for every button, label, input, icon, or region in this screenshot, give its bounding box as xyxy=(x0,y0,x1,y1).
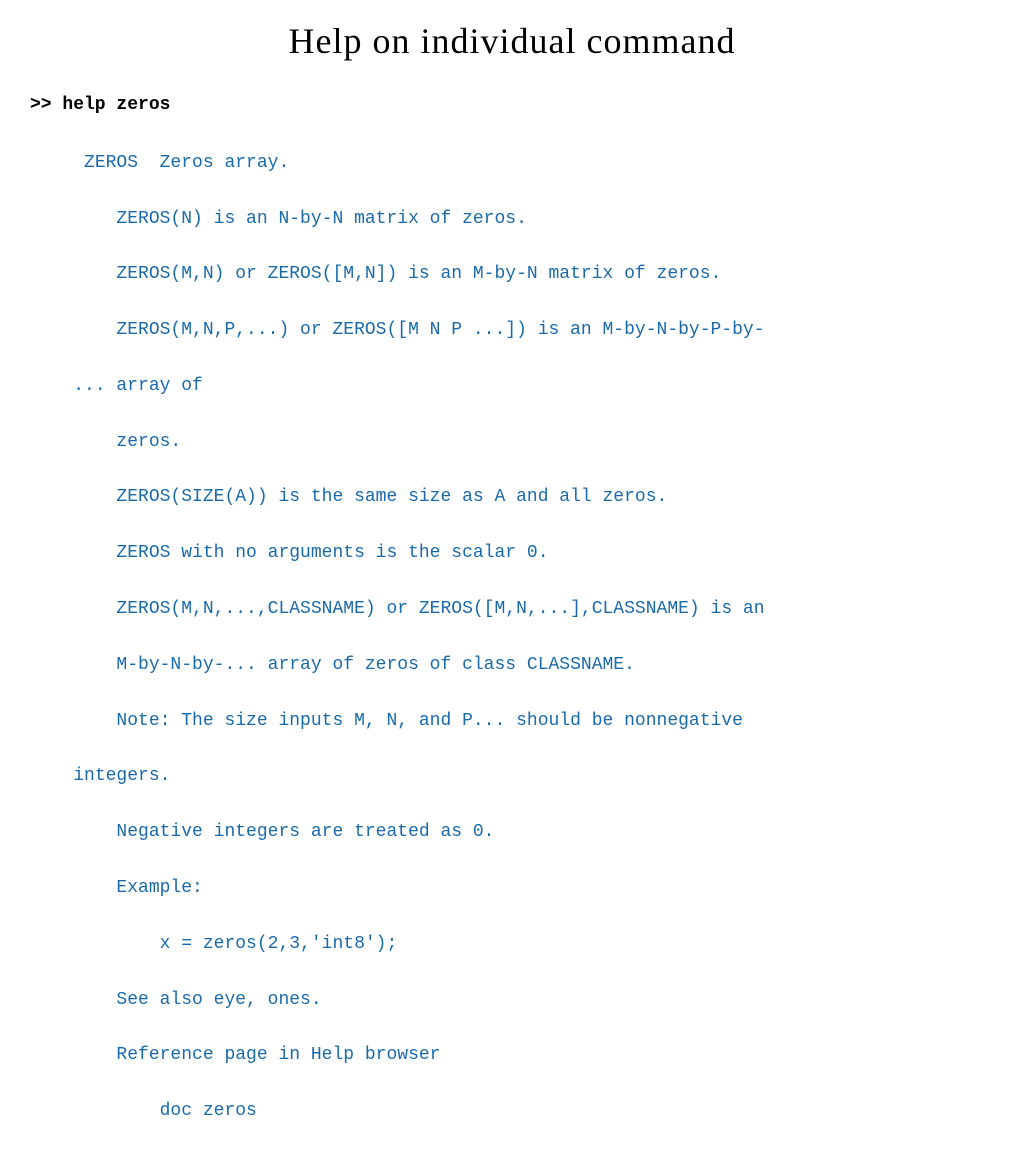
help-line-15: See also eye, ones. xyxy=(73,990,321,1010)
help-line-4: ... array of xyxy=(73,376,203,396)
help-content: >> help zeros ZEROS Zeros array. ZEROS(N… xyxy=(30,92,994,1154)
help-line-11: integers. xyxy=(73,766,170,786)
help-line-10: Note: The size inputs M, N, and P... sho… xyxy=(73,711,743,731)
help-line-1: ZEROS(N) is an N-by-N matrix of zeros. xyxy=(73,209,527,229)
help-line-13: Example: xyxy=(73,878,203,898)
zeros-header: ZEROS Zeros array. xyxy=(73,153,289,173)
help-line-17: doc zeros xyxy=(73,1101,257,1121)
help-text: ZEROS Zeros array. ZEROS(N) is an N-by-N… xyxy=(30,122,994,1154)
help-line-9: M-by-N-by-... array of zeros of class CL… xyxy=(73,655,635,675)
help-line-5: zeros. xyxy=(73,432,181,452)
help-line-7: ZEROS with no arguments is the scalar 0. xyxy=(73,543,548,563)
help-line-16: Reference page in Help browser xyxy=(73,1045,440,1065)
help-line-14: x = zeros(2,3,'int8'); xyxy=(73,934,397,954)
help-line-2: ZEROS(M,N) or ZEROS([M,N]) is an M-by-N … xyxy=(73,264,721,284)
prompt-line: >> help zeros xyxy=(30,92,994,120)
page-title: Help on individual command xyxy=(30,20,994,62)
help-line-3: ZEROS(M,N,P,...) or ZEROS([M N P ...]) i… xyxy=(73,320,764,340)
help-line-12: Negative integers are treated as 0. xyxy=(73,822,494,842)
help-line-6: ZEROS(SIZE(A)) is the same size as A and… xyxy=(73,487,667,507)
prompt-symbol: >> help zeros xyxy=(30,95,170,115)
help-line-8: ZEROS(M,N,...,CLASSNAME) or ZEROS([M,N,.… xyxy=(73,599,764,619)
